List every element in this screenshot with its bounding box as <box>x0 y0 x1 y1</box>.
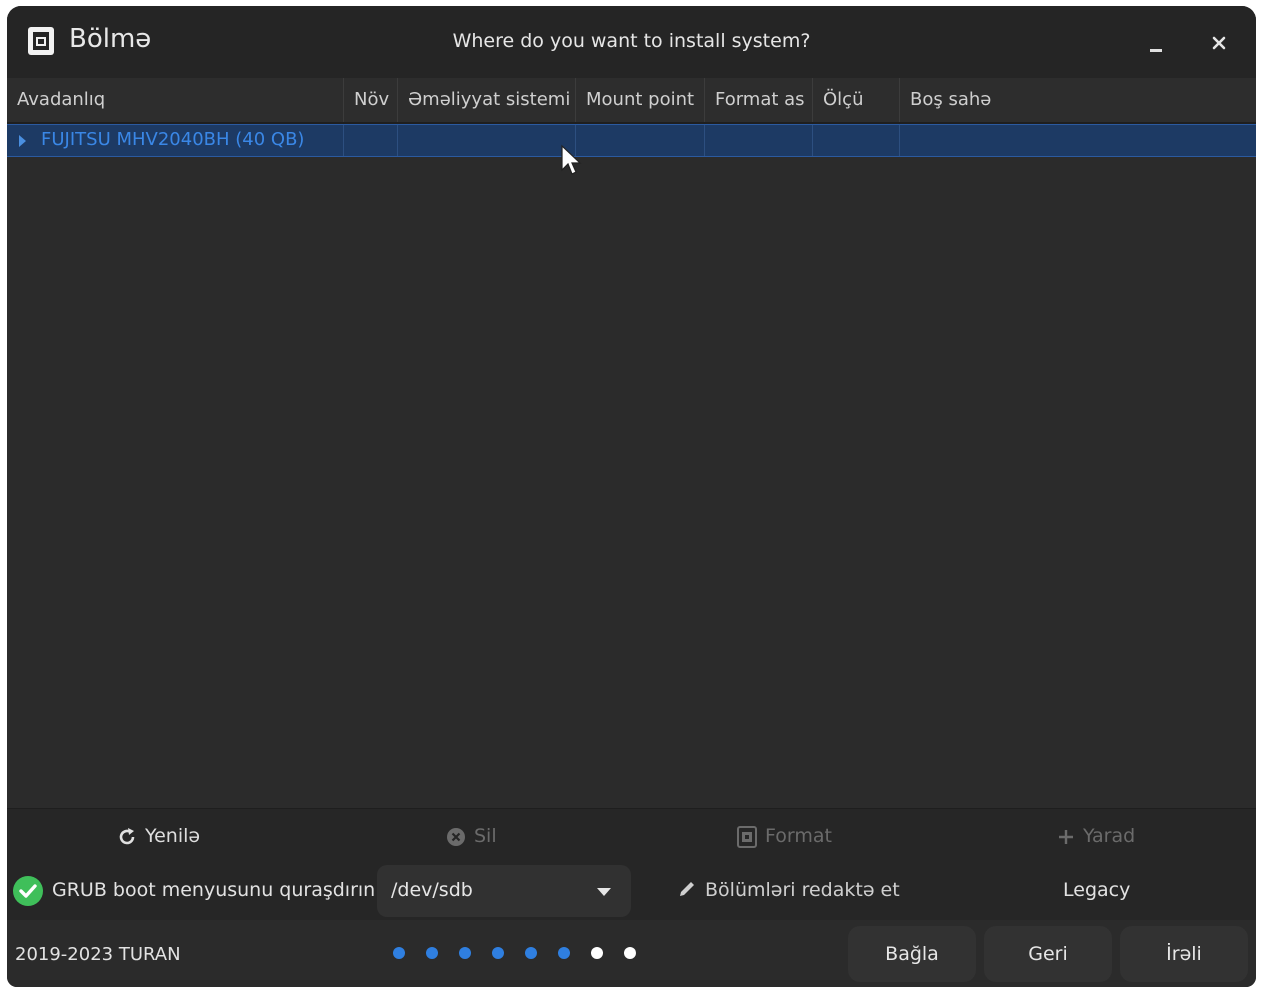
step-dot <box>624 947 636 959</box>
column-header-format-as[interactable]: Format as <box>705 78 813 122</box>
expand-arrow-icon[interactable] <box>19 135 26 147</box>
grub-install-label: GRUB boot menyusunu quraşdırın: <box>52 879 382 901</box>
step-dot <box>525 947 537 959</box>
check-icon <box>19 884 37 898</box>
boot-mode-label[interactable]: Legacy <box>1063 879 1130 901</box>
create-button[interactable]: Yarad <box>1057 809 1135 863</box>
partition-table-body: FUJITSU MHV2040BH (40 QB) <box>7 124 1256 808</box>
step-dot <box>492 947 504 959</box>
installer-window: Bölmə Where do you want to install syste… <box>7 6 1256 987</box>
minimize-icon <box>1150 49 1162 52</box>
boot-device-value: /dev/sdb <box>391 879 473 901</box>
edit-partitions-label: Bölümləri redaktə et <box>705 879 900 901</box>
type-cell <box>344 125 398 156</box>
minimize-button[interactable] <box>1141 28 1171 58</box>
delete-icon <box>447 827 465 846</box>
back-button[interactable]: Geri <box>984 926 1112 982</box>
boot-device-select[interactable]: /dev/sdb <box>377 865 631 917</box>
free-cell <box>900 125 1256 156</box>
next-button[interactable]: İrəli <box>1120 926 1248 982</box>
column-header-size[interactable]: Ölçü <box>813 78 900 122</box>
refresh-label: Yenilə <box>145 825 201 847</box>
grub-options-row: GRUB boot menyusunu quraşdırın: /dev/sdb… <box>7 862 1256 921</box>
column-header-os[interactable]: Əməliyyat sistemi <box>398 78 576 122</box>
refresh-icon <box>119 827 135 844</box>
device-cell: FUJITSU MHV2040BH (40 QB) <box>7 125 344 156</box>
step-dot <box>426 947 438 959</box>
step-dot <box>459 947 471 959</box>
device-name: FUJITSU MHV2040BH (40 QB) <box>41 129 305 150</box>
column-header-free-space[interactable]: Boş sahə <box>900 78 1256 122</box>
connect-button[interactable]: Bağla <box>848 926 976 982</box>
close-button[interactable] <box>1204 28 1234 58</box>
delete-button[interactable]: Sil <box>446 809 497 863</box>
format-disk-icon <box>737 825 757 848</box>
step-dot <box>393 947 405 959</box>
column-header-device[interactable]: Avadanlıq <box>7 78 344 122</box>
close-icon <box>1212 36 1226 50</box>
step-dot <box>591 947 603 959</box>
format-label: Format <box>765 825 832 847</box>
step-dot <box>558 947 570 959</box>
column-header-mount-point[interactable]: Mount point <box>576 78 705 122</box>
column-header-type[interactable]: Növ <box>344 78 398 122</box>
grub-checkbox[interactable] <box>13 876 43 906</box>
partition-toolbar: Yenilə Sil Format Yarad <box>7 808 1256 863</box>
edit-partitions-button[interactable]: Bölümləri redaktə et <box>677 879 900 901</box>
os-cell <box>398 125 576 156</box>
mouse-cursor-icon <box>561 144 582 175</box>
page-heading: Where do you want to install system? <box>452 30 811 52</box>
refresh-button[interactable]: Yenilə <box>117 809 200 863</box>
format-button[interactable]: Format <box>737 809 832 863</box>
delete-label: Sil <box>474 825 497 847</box>
mount-cell <box>576 125 705 156</box>
footer-bar: 2019-2023 TURAN Bağla Geri İrəli <box>7 920 1256 987</box>
copyright-text: 2019-2023 TURAN <box>15 944 181 965</box>
plus-icon <box>1059 829 1073 844</box>
size-cell <box>813 125 900 156</box>
format-cell <box>705 125 813 156</box>
create-label: Yarad <box>1083 825 1136 847</box>
pencil-icon <box>680 882 694 896</box>
table-row[interactable]: FUJITSU MHV2040BH (40 QB) <box>7 124 1256 157</box>
title-bar: Bölmə Where do you want to install syste… <box>7 6 1256 79</box>
partition-table-header: Avadanlıq Növ Əməliyyat sistemi Mount po… <box>7 78 1256 124</box>
chevron-down-icon <box>597 888 611 896</box>
